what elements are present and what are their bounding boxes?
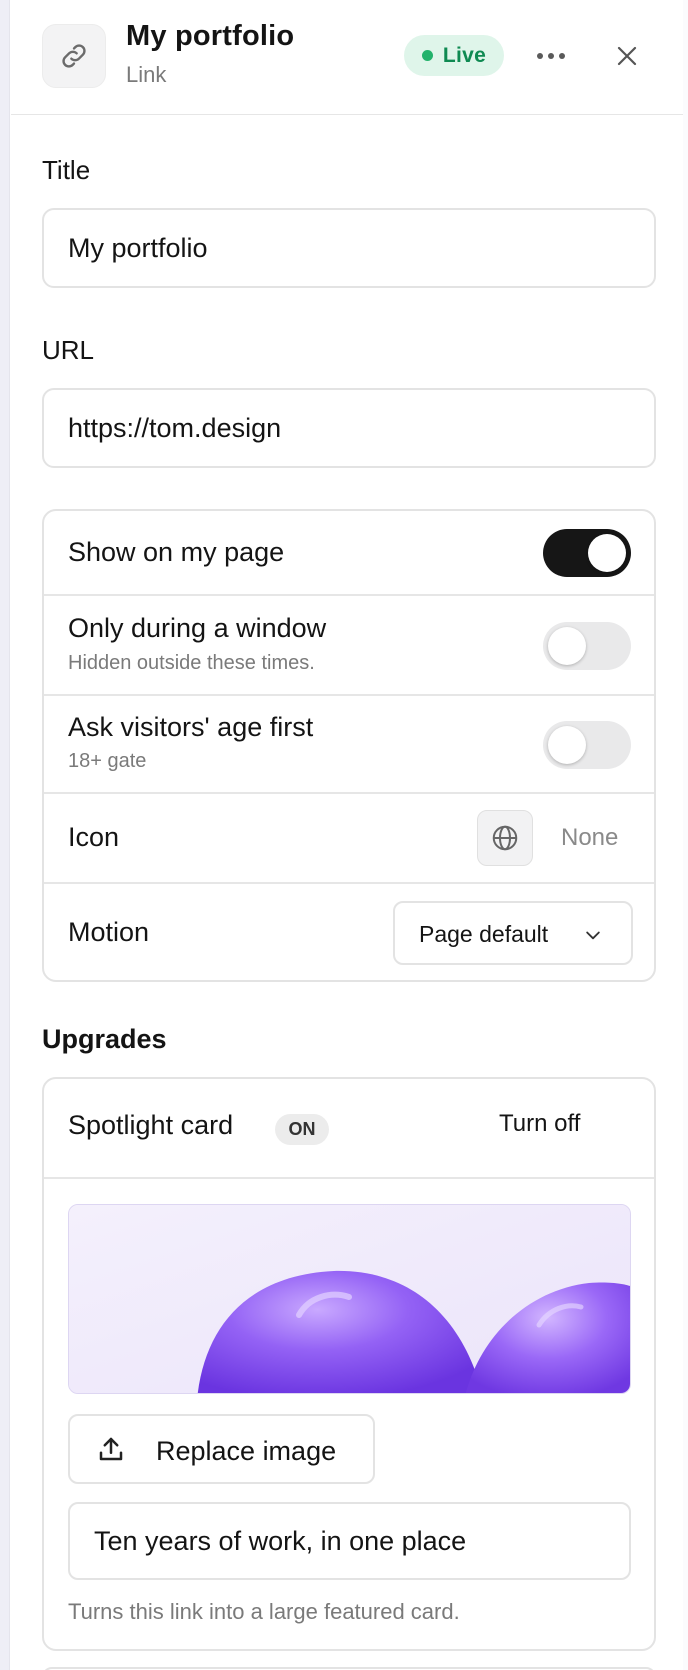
panel-subtitle: Link	[126, 62, 167, 87]
upload-icon	[99, 1437, 123, 1461]
title-label: Title	[42, 155, 91, 185]
title-input[interactable]	[42, 208, 656, 288]
spotlight-title: Spotlight card	[68, 1110, 234, 1140]
spotlight-card-upgrade: Spotlight card ON Turn off Replace image…	[42, 1077, 656, 1651]
replace-image-label: Replace image	[156, 1436, 337, 1466]
show-on-page-label: Show on my page	[68, 537, 285, 567]
status-label: Live	[442, 43, 487, 67]
schedule-row: Only during a window Hidden outside thes…	[44, 596, 654, 696]
motion-select[interactable]: Page default	[393, 901, 633, 965]
more-dots-icon	[537, 53, 543, 59]
icon-picker-button[interactable]	[477, 810, 533, 866]
spotlight-header: Spotlight card ON Turn off	[44, 1079, 654, 1179]
age-gate-row: Ask visitors' age first 18+ gate	[44, 696, 654, 794]
status-badge[interactable]: Live	[404, 35, 504, 76]
status-dot	[421, 50, 433, 61]
replace-image-button[interactable]: Replace image	[68, 1414, 375, 1484]
schedule-description: Hidden outside these times.	[68, 652, 315, 674]
icon-label: Icon	[68, 822, 120, 852]
turn-off-button[interactable]: Turn off	[499, 1110, 580, 1138]
globe-icon	[492, 825, 518, 851]
age-gate-toggle[interactable]	[543, 721, 631, 769]
icon-row: Icon None	[44, 794, 654, 884]
motion-label: Motion	[68, 917, 150, 947]
show-on-page-toggle[interactable]	[543, 529, 631, 577]
panel-title: My portfolio	[126, 20, 295, 52]
close-icon	[617, 46, 637, 66]
spotlight-help-text: Turns this link into a large featured ca…	[68, 1599, 460, 1624]
scroll-track	[683, 0, 688, 1670]
spotlight-status-badge: ON	[275, 1114, 329, 1145]
age-gate-description: 18+ gate	[68, 750, 147, 772]
url-label: URL	[42, 335, 95, 365]
upgrades-heading: Upgrades	[42, 1024, 167, 1054]
sidebar-edge	[0, 0, 10, 1670]
url-input[interactable]	[42, 388, 656, 468]
show-on-page-row: Show on my page	[44, 511, 654, 596]
panel-header: My portfolio Link Live	[11, 0, 683, 115]
link-editor-panel: My portfolio Link Live Title URL Show on…	[11, 0, 683, 1670]
spotlight-caption-input[interactable]	[68, 1502, 631, 1580]
icon-value: None	[561, 824, 619, 851]
motion-row: Motion Page default	[44, 884, 654, 980]
close-button[interactable]	[607, 36, 647, 76]
motion-select-value: Page default	[419, 921, 549, 947]
spotlight-image-preview	[68, 1204, 631, 1394]
link-settings-group: Show on my page Only during a window Hid…	[42, 509, 656, 982]
schedule-label: Only during a window	[68, 613, 327, 643]
chevron-down-icon	[586, 931, 600, 940]
balloon-image	[69, 1205, 630, 1393]
age-gate-label: Ask visitors' age first	[68, 712, 314, 742]
link-icon	[42, 24, 106, 88]
schedule-toggle[interactable]	[543, 622, 631, 670]
more-options-button[interactable]	[531, 36, 571, 76]
